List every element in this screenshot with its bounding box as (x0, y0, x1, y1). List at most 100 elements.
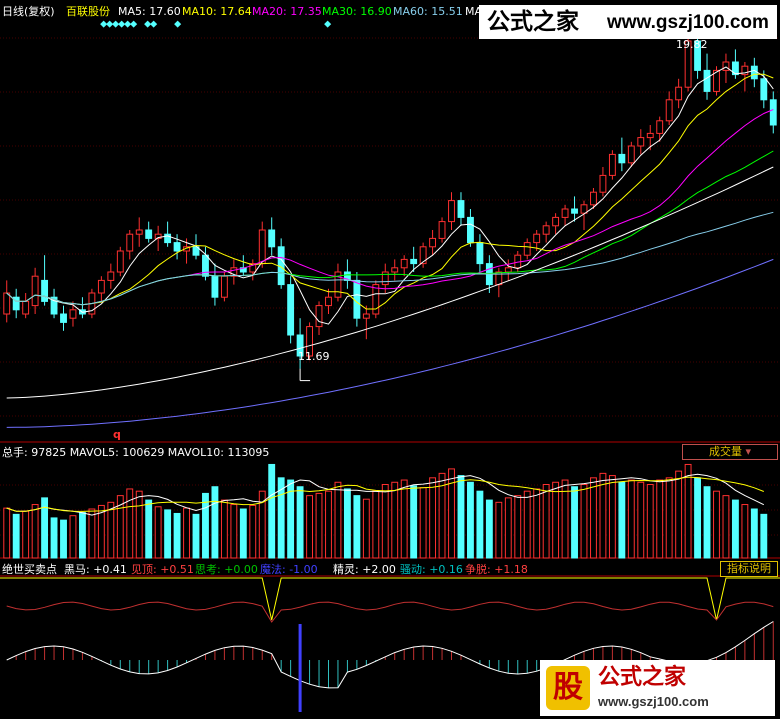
volume-bar (220, 499, 228, 559)
candle-body (665, 99, 673, 122)
volume-bar (476, 490, 484, 559)
volume-bar (230, 504, 238, 559)
candle-body (627, 145, 635, 164)
ma20-label: MA20: 17.35 (252, 5, 322, 18)
volume-bar (154, 506, 162, 559)
candle-body (135, 229, 143, 235)
candle-body (220, 275, 228, 298)
candle-body (258, 229, 266, 265)
candle-body (268, 229, 276, 248)
candle-body (608, 153, 616, 176)
volume-bar (665, 477, 673, 559)
volume-bar (50, 517, 58, 559)
candle-body (173, 242, 181, 252)
candle-body (391, 267, 399, 273)
volume-bar (12, 513, 20, 559)
volume-bar (211, 486, 219, 559)
volume-bar (296, 486, 304, 559)
candle-body (3, 292, 11, 315)
volume-bar (145, 499, 153, 559)
volume-bar (268, 463, 276, 559)
ma10-label: MA10: 17.64 (182, 5, 252, 18)
volume-bar (542, 484, 550, 559)
candle-body (372, 284, 380, 315)
watermark-bottom-url: www.gszj100.com (598, 694, 709, 709)
ma5-line (6, 66, 774, 325)
indicator-stir: 骚动: +0.16 (400, 563, 463, 576)
volume-bar (580, 484, 588, 559)
volume-bar (608, 475, 616, 559)
candle-body (504, 267, 512, 273)
candle-body (97, 279, 105, 294)
volume-bar (249, 504, 257, 559)
candle-body (760, 78, 768, 101)
volume-bar (552, 481, 560, 559)
candle-body (400, 258, 408, 269)
candle-body (60, 313, 67, 323)
ma250-line (6, 258, 774, 428)
watermark-top-text: 公式之家 (487, 8, 579, 35)
indicator-top-line (6, 601, 774, 623)
volume-bar (694, 477, 701, 559)
volume-stats-label: 总手: 97825 MAVOL5: 100629 MAVOL10: 113095 (2, 446, 270, 459)
volume-bar (372, 490, 380, 559)
volume-bar (343, 488, 351, 559)
volume-bar (760, 513, 768, 559)
volume-indicator-button[interactable]: 成交量 ▾ (682, 444, 778, 460)
candle-body (107, 271, 115, 281)
signal-diamond (130, 20, 138, 28)
candle-body (287, 284, 295, 336)
volume-bar (637, 481, 645, 559)
watermark-top-url: www.gszj100.com (607, 12, 769, 33)
volume-bar (750, 508, 758, 559)
volume-bar (60, 519, 67, 559)
candle-body (211, 275, 219, 298)
volume-bar (239, 508, 247, 559)
candle-body (769, 99, 777, 126)
period-label[interactable]: 日线(复权) (2, 5, 55, 18)
volume-bar (419, 487, 427, 559)
candle-body (457, 200, 465, 218)
candle-body (353, 279, 361, 319)
chart-canvas[interactable] (0, 0, 780, 719)
candle-body (69, 309, 77, 319)
indicator-think: 思考: +0.00 (195, 563, 258, 576)
candle-body (618, 153, 626, 164)
volume-bar (599, 472, 607, 559)
candle-body (145, 229, 153, 239)
candle-body (656, 120, 664, 134)
volume-bar (391, 481, 399, 559)
volume-bar (514, 495, 522, 559)
candle-body (599, 174, 607, 193)
volume-bar (164, 509, 172, 559)
volume-bar (22, 510, 30, 559)
volume-bar (173, 512, 181, 559)
volume-bar (722, 495, 730, 559)
indicator-signal-line (0, 577, 780, 621)
candle-body (571, 208, 578, 214)
volume-bar (183, 507, 190, 559)
candle-body (542, 225, 550, 235)
indicator-name: 绝世买卖点 (2, 563, 57, 576)
candle-body (703, 69, 711, 92)
candle-body (31, 275, 39, 307)
candle-body (126, 233, 134, 252)
volume-bar (618, 481, 626, 559)
candle-body (419, 246, 427, 265)
volume-bar (334, 481, 342, 559)
indicator-struggle: 争脱: +1.18 (465, 563, 528, 576)
volume-bar (571, 486, 578, 559)
indicator-magic: 魔法: -1.00 (260, 563, 318, 576)
signal-diamond (174, 20, 182, 28)
ma120-line (6, 166, 774, 399)
volume-bar (135, 490, 143, 559)
stock-chart-window: 日线(复权) 百联股份 MA5: 17.60 MA10: 17.64 MA20:… (0, 0, 780, 719)
volume-bar (713, 490, 720, 559)
indicator-help-button[interactable]: 指标说明 (720, 561, 778, 577)
signal-diamond (150, 20, 158, 28)
volume-bar (325, 490, 332, 559)
volume-bar (410, 485, 418, 559)
volume-bar (684, 463, 692, 559)
watermark-bottom: 股 公式之家 www.gszj100.com (540, 660, 775, 716)
volume-bar (429, 477, 437, 559)
